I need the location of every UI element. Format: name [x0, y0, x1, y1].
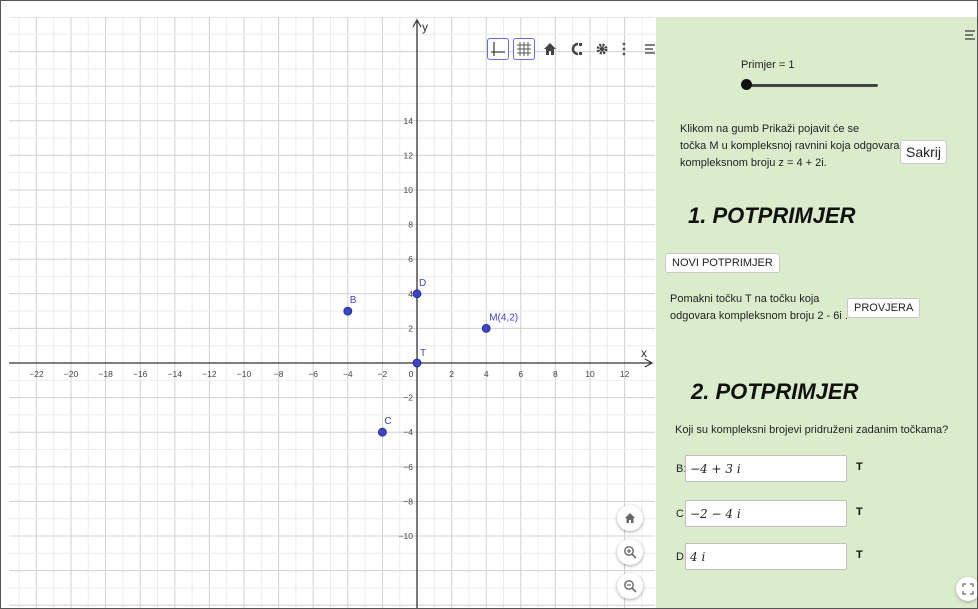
zoom-in-icon[interactable]	[617, 539, 643, 565]
slider-track	[744, 84, 878, 87]
answer-mark-d: T	[856, 549, 863, 561]
point-label: B	[350, 295, 357, 306]
task-line: odgovara kompleksnom broju 2 - 6i .	[670, 310, 848, 322]
x-tick-label: −4	[343, 369, 353, 379]
y-tick-label: 6	[408, 254, 413, 264]
y-tick-label: 4	[408, 289, 413, 299]
heading-example-1: 1. POTPRIMJER	[688, 203, 856, 228]
point-b[interactable]	[343, 306, 353, 316]
answer-input-d[interactable]: 4 i	[685, 543, 847, 570]
question-text: Koji su kompleksni brojevi pridruženi za…	[675, 424, 949, 436]
check-button[interactable]: PROVJERA	[847, 298, 921, 318]
y-tick-label: 12	[404, 150, 414, 160]
axes-icon[interactable]	[487, 38, 509, 60]
x-tick-label: 6	[518, 369, 523, 379]
slider[interactable]	[741, 79, 878, 93]
answer-mark-b: T	[856, 461, 863, 473]
new-example-button[interactable]: NOVI POTPRIMJER	[665, 253, 780, 273]
y-tick-label: −4	[403, 427, 413, 437]
y-tick-label: 10	[404, 185, 414, 195]
fullscreen-icon[interactable]	[956, 577, 977, 601]
heading-example-2: 2. POTPRIMJER	[691, 379, 859, 404]
x-axis-label: x	[641, 346, 647, 360]
point-label: T	[420, 348, 426, 359]
task-text: Pomakni točku T na točku koja odgovara k…	[670, 291, 848, 325]
x-tick-label: 2	[449, 369, 454, 379]
point-label: D	[419, 278, 426, 289]
applet-frame: x y −22 −20 −18 −16 −14 −12 −10 −8 −6 −4 −2 0 2 4 6 8 10 12…	[0, 0, 978, 609]
graphics-style-bar	[487, 35, 655, 63]
point-c[interactable]	[377, 427, 387, 437]
intro-line: točka M u kompleksnoj ravnini koja odgov…	[680, 140, 900, 152]
x-tick-label: −14	[168, 369, 183, 379]
y-tick-label: 8	[408, 220, 413, 230]
intro-line: Klikom na gumb Prikaži pojavit će se	[680, 123, 860, 135]
x-tick-label: −16	[133, 369, 148, 379]
y-axis-label: y	[422, 20, 428, 34]
answer-input-c[interactable]: −2 − 4 i	[685, 500, 847, 527]
hide-button[interactable]: Sakrij	[900, 140, 948, 164]
intro-text: Klikom na gumb Prikaži pojavit će se toč…	[680, 121, 900, 172]
task-line: Pomakni točku T na točku koja	[670, 293, 820, 305]
graphics-view[interactable]: x y −22 −20 −18 −16 −14 −12 −10 −8 −6 −4 −2 0 2 4 6 8 10 12…	[9, 17, 655, 609]
slider-handle[interactable]	[741, 79, 752, 90]
gear-icon[interactable]	[591, 38, 613, 60]
answer-mark-c: T	[856, 506, 863, 518]
y-tick-label: −2	[403, 393, 413, 403]
x-tick-label: −6	[308, 369, 318, 379]
point-label: C	[384, 416, 391, 427]
point-label: M(4,2)	[489, 312, 518, 323]
x-tick-label: 0	[409, 369, 414, 379]
x-tick-label: −18	[98, 369, 113, 379]
point-t[interactable]	[412, 358, 422, 368]
x-tick-label: −20	[64, 369, 79, 379]
x-tick-label: −22	[29, 369, 44, 379]
zoom-out-icon[interactable]	[617, 573, 643, 599]
home-icon[interactable]	[539, 38, 561, 60]
point-m[interactable]	[481, 323, 491, 333]
intro-line: kompleksnom broju z = 4 + 2i.	[680, 157, 827, 169]
x-tick-label: −2	[378, 369, 388, 379]
home-icon[interactable]	[617, 505, 643, 531]
panel-style-bar-icon[interactable]	[964, 27, 977, 45]
x-tick-label: 4	[484, 369, 489, 379]
more-icon[interactable]	[617, 38, 631, 60]
y-tick-label: 2	[408, 323, 413, 333]
coordinate-plane[interactable]: xy−22 −20 −18 −16 −14 −12 −10 −8 −6 −4 −2 0 2 4 6 8 10 12…	[9, 17, 655, 609]
y-tick-label: −8	[403, 496, 413, 506]
x-tick-label: −8	[274, 369, 284, 379]
y-tick-label: 14	[404, 116, 414, 126]
x-tick-label: 12	[620, 369, 630, 379]
grid-icon[interactable]	[513, 38, 535, 60]
slider-label: Primjer = 1	[741, 59, 795, 71]
y-tick-label: −6	[403, 462, 413, 472]
point-d[interactable]	[412, 289, 422, 299]
side-panel: Primjer = 1 Klikom na gumb Prikaži pojav…	[656, 17, 977, 608]
x-tick-label: 10	[585, 369, 595, 379]
y-tick-label: −10	[399, 531, 414, 541]
style-bar-icon[interactable]	[643, 38, 655, 60]
x-tick-label: −10	[237, 369, 252, 379]
x-tick-label: 8	[553, 369, 558, 379]
x-tick-label: −12	[202, 369, 217, 379]
magnet-icon[interactable]	[565, 38, 587, 60]
answer-input-b[interactable]: −4 + 3 i	[685, 455, 847, 482]
